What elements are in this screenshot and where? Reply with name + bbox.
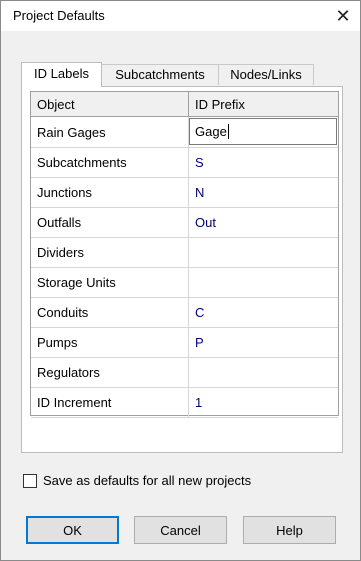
table-row: Outfalls Out — [31, 207, 338, 238]
tab-nodes-links[interactable]: Nodes/Links — [218, 64, 314, 85]
id-labels-panel: Object ID Prefix Rain Gages Gage Subcatc… — [21, 86, 343, 453]
table-row: Dividers — [31, 237, 338, 268]
tab-id-labels[interactable]: ID Labels — [21, 62, 102, 87]
prefix-cell[interactable]: P — [189, 327, 338, 357]
row-label: Subcatchments — [31, 147, 189, 177]
table-row: Rain Gages Gage — [31, 117, 338, 148]
prefix-cell[interactable]: S — [189, 147, 338, 177]
prefix-cell[interactable]: Out — [189, 207, 338, 237]
table-row: Regulators — [31, 357, 338, 388]
project-defaults-dialog: Project Defaults ✕ ID Labels Subcatchmen… — [0, 0, 361, 561]
table-row: Storage Units — [31, 267, 338, 298]
prefix-value: Gage — [195, 124, 227, 139]
save-defaults-label: Save as defaults for all new projects — [43, 473, 252, 488]
prefix-cell[interactable] — [189, 357, 338, 387]
prefix-cell[interactable]: 1 — [189, 387, 338, 417]
table-row: Pumps P — [31, 327, 338, 358]
row-label: ID Increment — [31, 387, 189, 417]
prefix-cell[interactable]: N — [189, 177, 338, 207]
table-row: Junctions N — [31, 177, 338, 208]
text-caret — [227, 124, 229, 139]
column-header-object: Object — [31, 92, 189, 116]
prefix-edit-field[interactable]: Gage — [189, 118, 337, 145]
dialog-title: Project Defaults — [13, 8, 105, 23]
title-bar: Project Defaults ✕ — [1, 1, 360, 31]
save-defaults-checkbox[interactable] — [23, 473, 37, 488]
row-label: Dividers — [31, 237, 189, 267]
row-label: Conduits — [31, 297, 189, 327]
table-row: Subcatchments S — [31, 147, 338, 178]
save-defaults-option[interactable]: Save as defaults for all new projects — [23, 473, 251, 488]
tab-subcatchments[interactable]: Subcatchments — [100, 64, 220, 85]
id-prefix-grid: Object ID Prefix Rain Gages Gage Subcatc… — [30, 91, 339, 418]
table-row: ID Increment 1 — [31, 387, 338, 418]
prefix-cell[interactable] — [189, 237, 338, 267]
grid-header-row: Object ID Prefix — [31, 92, 338, 117]
prefix-cell[interactable] — [189, 267, 338, 297]
row-label: Rain Gages — [31, 117, 189, 147]
column-header-id-prefix: ID Prefix — [195, 96, 245, 112]
help-button[interactable]: Help — [243, 516, 336, 544]
ok-button[interactable]: OK — [26, 516, 119, 544]
row-label: Pumps — [31, 327, 189, 357]
table-row: Conduits C — [31, 297, 338, 328]
prefix-cell[interactable]: C — [189, 297, 338, 327]
row-label: Outfalls — [31, 207, 189, 237]
row-label: Regulators — [31, 357, 189, 387]
cancel-button[interactable]: Cancel — [134, 516, 227, 544]
row-label: Storage Units — [31, 267, 189, 297]
close-icon[interactable]: ✕ — [326, 1, 360, 31]
row-label: Junctions — [31, 177, 189, 207]
